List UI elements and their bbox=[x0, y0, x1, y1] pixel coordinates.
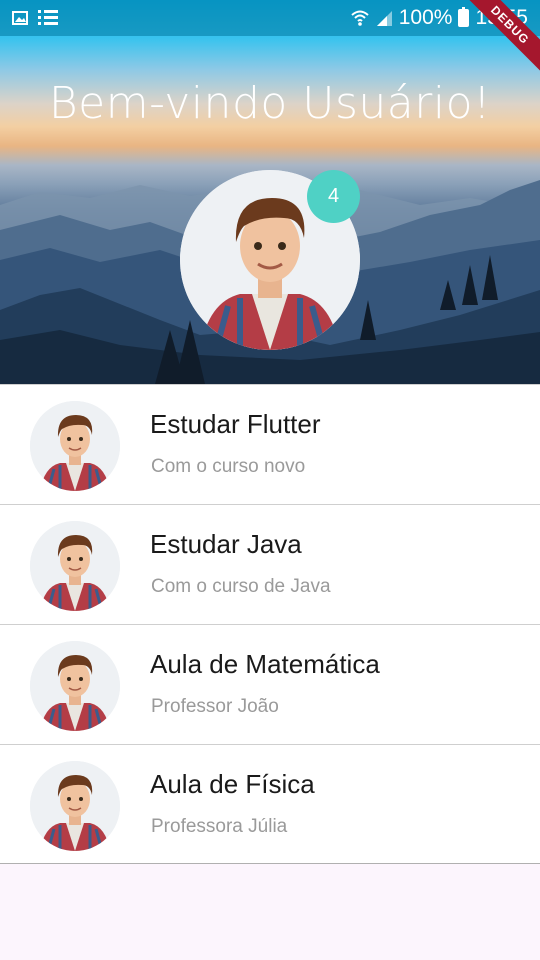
notification-badge: 4 bbox=[307, 170, 360, 223]
item-avatar bbox=[30, 521, 120, 611]
item-subtitle: Professora Júlia bbox=[151, 816, 288, 837]
item-title: Aula de Matemática bbox=[150, 649, 380, 679]
item-subtitle: Professor João bbox=[151, 696, 279, 717]
list-item[interactable]: Aula de Física Professora Júlia bbox=[0, 744, 540, 864]
item-subtitle: Com o curso novo bbox=[151, 456, 306, 477]
signal-icon bbox=[375, 9, 393, 27]
item-subtitle: Com o curso de Java bbox=[151, 576, 331, 597]
battery-icon bbox=[458, 7, 470, 27]
status-bar: 100% 15:55 bbox=[0, 0, 540, 36]
item-title: Aula de Física bbox=[150, 769, 315, 799]
item-avatar bbox=[30, 761, 120, 851]
list-icon bbox=[38, 9, 58, 27]
task-list: Estudar Flutter Com o curso novo Estudar… bbox=[0, 384, 540, 864]
item-title: Estudar Java bbox=[150, 529, 302, 559]
wifi-icon bbox=[351, 9, 369, 27]
list-item[interactable]: Aula de Matemática Professor João bbox=[0, 624, 540, 744]
welcome-title: Bem-vindo Usuário! bbox=[48, 78, 492, 129]
item-avatar bbox=[30, 641, 120, 731]
item-title: Estudar Flutter bbox=[150, 409, 321, 439]
image-icon bbox=[12, 10, 28, 26]
list-item[interactable]: Estudar Flutter Com o curso novo bbox=[0, 384, 540, 504]
battery-percent: 100% bbox=[398, 6, 453, 29]
list-item[interactable]: Estudar Java Com o curso de Java bbox=[0, 504, 540, 624]
item-avatar bbox=[30, 401, 120, 491]
